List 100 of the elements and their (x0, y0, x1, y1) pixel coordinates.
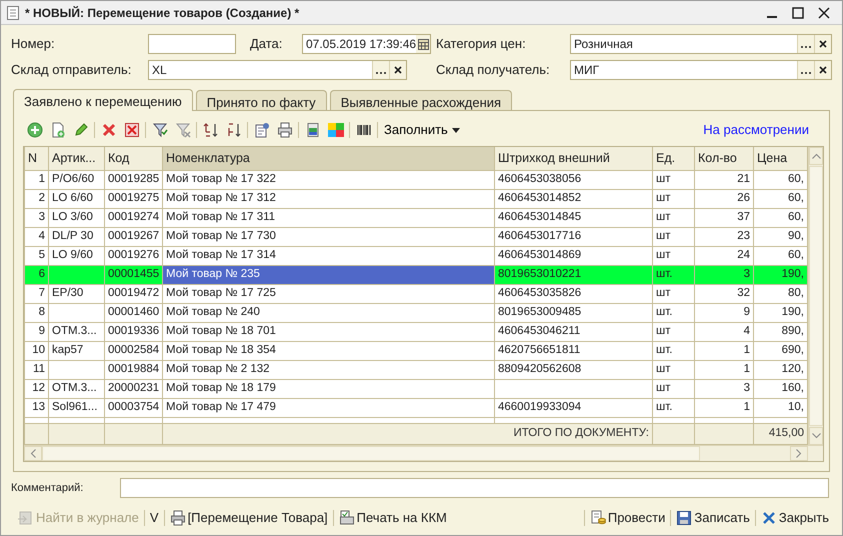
table-cell: Мой товар № 2 132 (162, 360, 494, 379)
receiver-warehouse-field[interactable]: МИГ (570, 60, 832, 80)
caret-icon (452, 128, 460, 132)
tab[interactable]: Выявленные расхождения (330, 90, 512, 110)
fill-button[interactable]: Заполнить (380, 120, 464, 140)
number-field[interactable] (148, 34, 236, 54)
column-header[interactable]: Код (104, 147, 162, 170)
table-cell (48, 423, 104, 444)
table-cell: Мой товар № 17 311 (162, 208, 494, 227)
table-cell: kap57 (48, 341, 104, 360)
table-cell: 13 (24, 398, 48, 417)
tab[interactable]: Принято по факту (196, 90, 327, 110)
footer-button[interactable]: Закрыть (756, 508, 834, 528)
table-cell: шт. (652, 303, 694, 322)
date-field[interactable]: 07.05.2019 17:39:46 (302, 34, 431, 54)
table-cell: DL/P 30 (48, 227, 104, 246)
table-cell: 1 (24, 170, 48, 189)
table-cell: 8 (24, 303, 48, 322)
journal-icon (18, 510, 34, 526)
field-label: Категория цен: (436, 35, 527, 54)
clear-icon[interactable] (393, 65, 403, 75)
footer-button[interactable]: [Перемещение Товара] (164, 508, 333, 528)
table-cell: 10 (24, 341, 48, 360)
footer-button[interactable]: Провести (584, 508, 670, 528)
table-cell: 24 (694, 246, 754, 265)
clear-icon[interactable] (818, 39, 828, 49)
table-cell: Мой товар № 17 479 (162, 398, 494, 417)
table-cell: 3 (24, 208, 48, 227)
sender-warehouse-field[interactable]: XL (148, 60, 407, 80)
table-cell: 190, (754, 265, 808, 284)
table-cell: 32 (694, 284, 754, 303)
column-header[interactable]: Цена (754, 147, 808, 170)
table-cell: 3 (694, 379, 754, 398)
table-cell: 4606453046211 (494, 322, 652, 341)
table-cell: 00003754 (104, 398, 162, 417)
column-header[interactable]: Ед. (652, 147, 694, 170)
footer-button[interactable]: Печать на ККМ (334, 508, 452, 528)
scroll-up-icon[interactable] (812, 153, 820, 159)
vertical-scrollbar[interactable] (808, 147, 823, 444)
table-cell: 9 (694, 303, 754, 322)
scroll-left-icon[interactable] (30, 448, 36, 458)
maximize-icon[interactable] (792, 6, 804, 18)
table-cell: Мой товар № 18 179 (162, 379, 494, 398)
field-label: Склад получатель: (436, 61, 551, 80)
column-header[interactable]: Артик... (48, 147, 104, 170)
table-cell: 1 (694, 360, 754, 379)
horizontal-scrollbar[interactable] (24, 444, 823, 460)
table-cell: 37 (694, 208, 754, 227)
table-cell: LO 3/60 (48, 208, 104, 227)
table-cell: 4606453035826 (494, 284, 652, 303)
print-icon (170, 510, 186, 526)
footer-button[interactable]: Записать (671, 508, 755, 528)
column-header[interactable]: N (24, 147, 48, 170)
table-cell: шт (652, 360, 694, 379)
status-link[interactable]: На рассмотрении (703, 120, 809, 140)
close-icon[interactable] (818, 6, 830, 18)
table-cell: LO 9/60 (48, 246, 104, 265)
clear-icon[interactable] (818, 65, 828, 75)
comment-field[interactable] (120, 478, 829, 498)
table-cell: Мой товар № 17 312 (162, 189, 494, 208)
table-cell: 4606453014845 (494, 208, 652, 227)
column-header[interactable]: Номенклатура (162, 147, 494, 170)
table-cell: 12 (24, 379, 48, 398)
field-label: Комментарий: (11, 480, 84, 496)
table-cell: шт (652, 379, 694, 398)
table-cell: 9 (24, 322, 48, 341)
table-cell: шт (652, 284, 694, 303)
table-cell: шт. (652, 398, 694, 417)
calendar-icon[interactable] (418, 38, 429, 50)
table-cell: 00002584 (104, 341, 162, 360)
price-category-field[interactable]: Розничная (570, 34, 832, 54)
footer-button[interactable]: V (144, 508, 164, 528)
column-header[interactable]: Кол-во (694, 147, 754, 170)
table-cell: 1 (694, 341, 754, 360)
save-icon (676, 510, 692, 526)
table-cell: 00019285 (104, 170, 162, 189)
table-cell (652, 423, 694, 444)
table-cell: 5 (24, 246, 48, 265)
document-icon (7, 6, 19, 20)
table-cell: 3 (694, 265, 754, 284)
tab[interactable]: Заявлено к перемещению (13, 89, 193, 111)
table-cell: 8809420562608 (494, 360, 652, 379)
table-cell: Мой товар № 17 725 (162, 284, 494, 303)
totals-quantity: 415,00 (754, 423, 808, 444)
table-cell: Мой товар № 240 (162, 303, 494, 322)
table-cell: EP/30 (48, 284, 104, 303)
column-header[interactable]: Штрихкод внешний (494, 147, 652, 170)
table-cell: 00019472 (104, 284, 162, 303)
scroll-right-icon[interactable] (796, 448, 802, 458)
table-cell: OTM.3... (48, 322, 104, 341)
table-cell (694, 423, 754, 444)
table-cell: 4620756651811 (494, 341, 652, 360)
scroll-down-icon[interactable] (812, 432, 820, 438)
table-cell: шт (652, 227, 694, 246)
table-cell: Мой товар № 18 354 (162, 341, 494, 360)
table-cell: LO 6/60 (48, 189, 104, 208)
table-cell: шт (652, 322, 694, 341)
table-cell: шт. (652, 341, 694, 360)
table-cell: 20000231 (104, 379, 162, 398)
close-icon (760, 510, 777, 526)
